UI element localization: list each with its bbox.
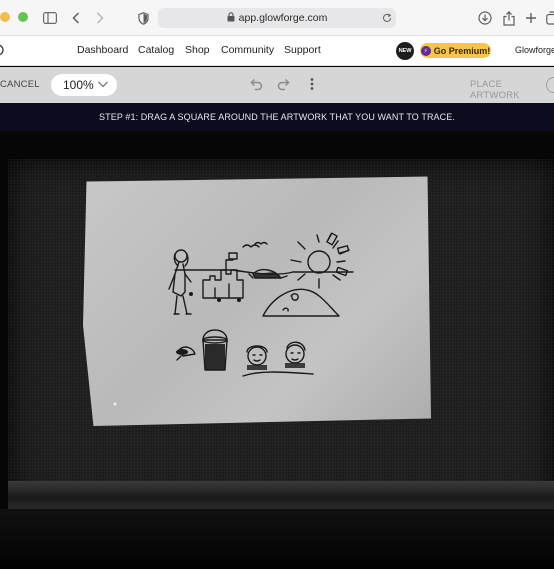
share-icon[interactable] — [501, 9, 517, 27]
trace-toolbar: CANCEL 100% PLACE ARTWORK — [0, 67, 554, 103]
go-premium-label: Go Premium! — [433, 45, 491, 56]
glowforge-logo-icon[interactable] — [0, 42, 6, 63]
step-instruction-text: STEP #1: DRAG A SQUARE AROUND THE ARTWOR… — [99, 112, 455, 122]
download-icon[interactable] — [477, 9, 493, 27]
minimize-window-button[interactable] — [0, 12, 10, 22]
bed-camera-view[interactable] — [0, 131, 554, 569]
new-tab-icon[interactable] — [524, 9, 538, 27]
nav-link-support[interactable]: Support — [284, 44, 321, 56]
account-menu[interactable]: Glowforge — [515, 45, 554, 55]
zoom-select[interactable]: 100% — [51, 74, 117, 96]
chevron-down-icon — [97, 77, 109, 94]
sidebar-icon[interactable] — [42, 9, 58, 27]
shield-icon[interactable] — [137, 9, 149, 27]
step-instruction-banner: STEP #1: DRAG A SQUARE AROUND THE ARTWOR… — [0, 103, 554, 131]
nav-link-shop[interactable]: Shop — [185, 44, 210, 56]
reload-icon[interactable] — [381, 9, 393, 27]
lock-icon — [227, 11, 235, 25]
redo-icon[interactable] — [277, 77, 291, 96]
url-text: app.glowforge.com — [238, 12, 328, 24]
browser-toolbar: app.glowforge.com — [0, 0, 554, 36]
hand-drawn-artwork — [113, 232, 354, 406]
nav-link-catalog[interactable]: Catalog — [138, 44, 174, 56]
forward-icon[interactable] — [94, 9, 106, 27]
zoom-value: 100% — [63, 78, 94, 92]
bolt-icon: ⚡ — [420, 45, 431, 56]
nav-link-dashboard[interactable]: Dashboard — [77, 44, 128, 56]
new-badge: NEW — [396, 42, 414, 60]
tabs-icon[interactable] — [546, 9, 554, 27]
cancel-button[interactable]: CANCEL — [0, 79, 40, 90]
more-icon[interactable] — [309, 77, 315, 96]
back-icon[interactable] — [70, 9, 82, 27]
undo-icon[interactable] — [249, 77, 263, 96]
bed-bottom-shadow — [0, 509, 554, 569]
bed-front-edge — [8, 481, 554, 509]
nav-link-community[interactable]: Community — [221, 44, 274, 56]
go-premium-button[interactable]: ⚡ Go Premium! — [420, 43, 491, 58]
place-artwork-button[interactable]: PLACE ARTWORK — [470, 79, 554, 101]
zoom-window-button[interactable] — [18, 12, 28, 22]
site-navigation: Dashboard Catalog Shop Community Support… — [0, 36, 554, 66]
address-bar[interactable]: app.glowforge.com — [158, 8, 396, 28]
